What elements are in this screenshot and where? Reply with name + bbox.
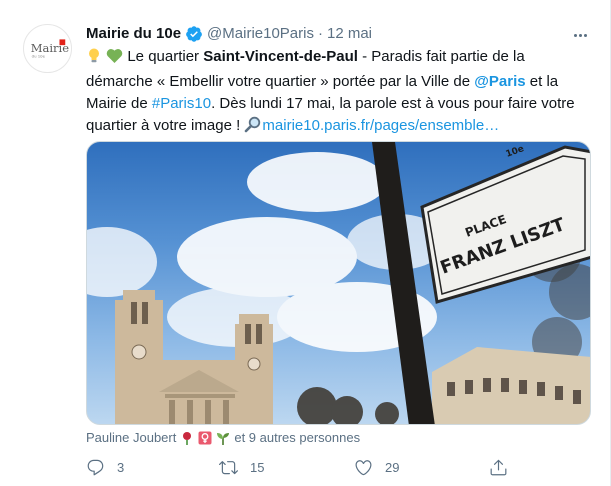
green-heart-emoji xyxy=(106,48,123,71)
reply-icon xyxy=(87,459,104,476)
text-intro: Le quartier xyxy=(123,48,204,65)
reply-button[interactable]: 3 xyxy=(86,458,124,477)
liker-others[interactable]: et 9 autres personnes xyxy=(234,429,360,447)
author-handle[interactable]: @Mairie10Paris xyxy=(207,24,314,44)
building xyxy=(432,347,590,424)
timestamp[interactable]: 12 mai xyxy=(327,24,372,44)
like-icon xyxy=(355,460,372,476)
like-button[interactable]: 29 xyxy=(354,458,399,477)
tweet-photo[interactable]: PLACE FRANZ LISZT 10e xyxy=(86,141,591,425)
mention-link[interactable]: @Paris xyxy=(474,73,525,90)
share-icon xyxy=(490,459,507,476)
like-count: 29 xyxy=(385,460,400,475)
url-link[interactable]: mairie10.paris.fr/pages/ensemble… xyxy=(262,117,499,134)
separator-dot: · xyxy=(317,25,323,42)
liked-by[interactable]: Pauline Joubert et 9 autres personnes xyxy=(86,429,360,447)
more-icon[interactable] xyxy=(570,26,590,44)
tweet-text: Le quartier Saint-Vincent-de-Paul - Para… xyxy=(86,46,591,140)
author-name[interactable]: Mairie du 10e xyxy=(86,24,181,44)
retweet-count: 15 xyxy=(250,460,265,475)
text-place: Saint-Vincent-de-Paul xyxy=(203,48,358,65)
tweet-header: Mairie du 10e @Mairie10Paris · 12 mai xyxy=(86,24,570,44)
verified-badge-icon xyxy=(185,25,203,43)
hashtag-link[interactable]: #Paris10 xyxy=(152,95,211,112)
lamp-post xyxy=(372,142,435,424)
liker-name[interactable]: Pauline Joubert xyxy=(86,429,176,447)
lightbulb-emoji xyxy=(86,47,102,71)
avatar[interactable]: Mairie du 10e xyxy=(23,24,72,73)
female-sign-emoji xyxy=(198,431,212,445)
action-bar: 3 15 29 xyxy=(86,458,526,480)
reply-count: 3 xyxy=(117,460,125,475)
rose-emoji xyxy=(183,432,192,445)
svg-text:du 10e: du 10e xyxy=(32,54,46,59)
sign-number: 10e xyxy=(505,144,526,160)
seedling-emoji xyxy=(217,433,230,445)
share-button[interactable] xyxy=(489,458,508,477)
retweet-icon xyxy=(219,461,238,475)
tweet[interactable]: Mairie du 10e Mairie du 10e @Mairie10Par… xyxy=(0,0,611,486)
magnifier-emoji xyxy=(244,116,262,140)
retweet-button[interactable]: 15 xyxy=(219,458,264,477)
